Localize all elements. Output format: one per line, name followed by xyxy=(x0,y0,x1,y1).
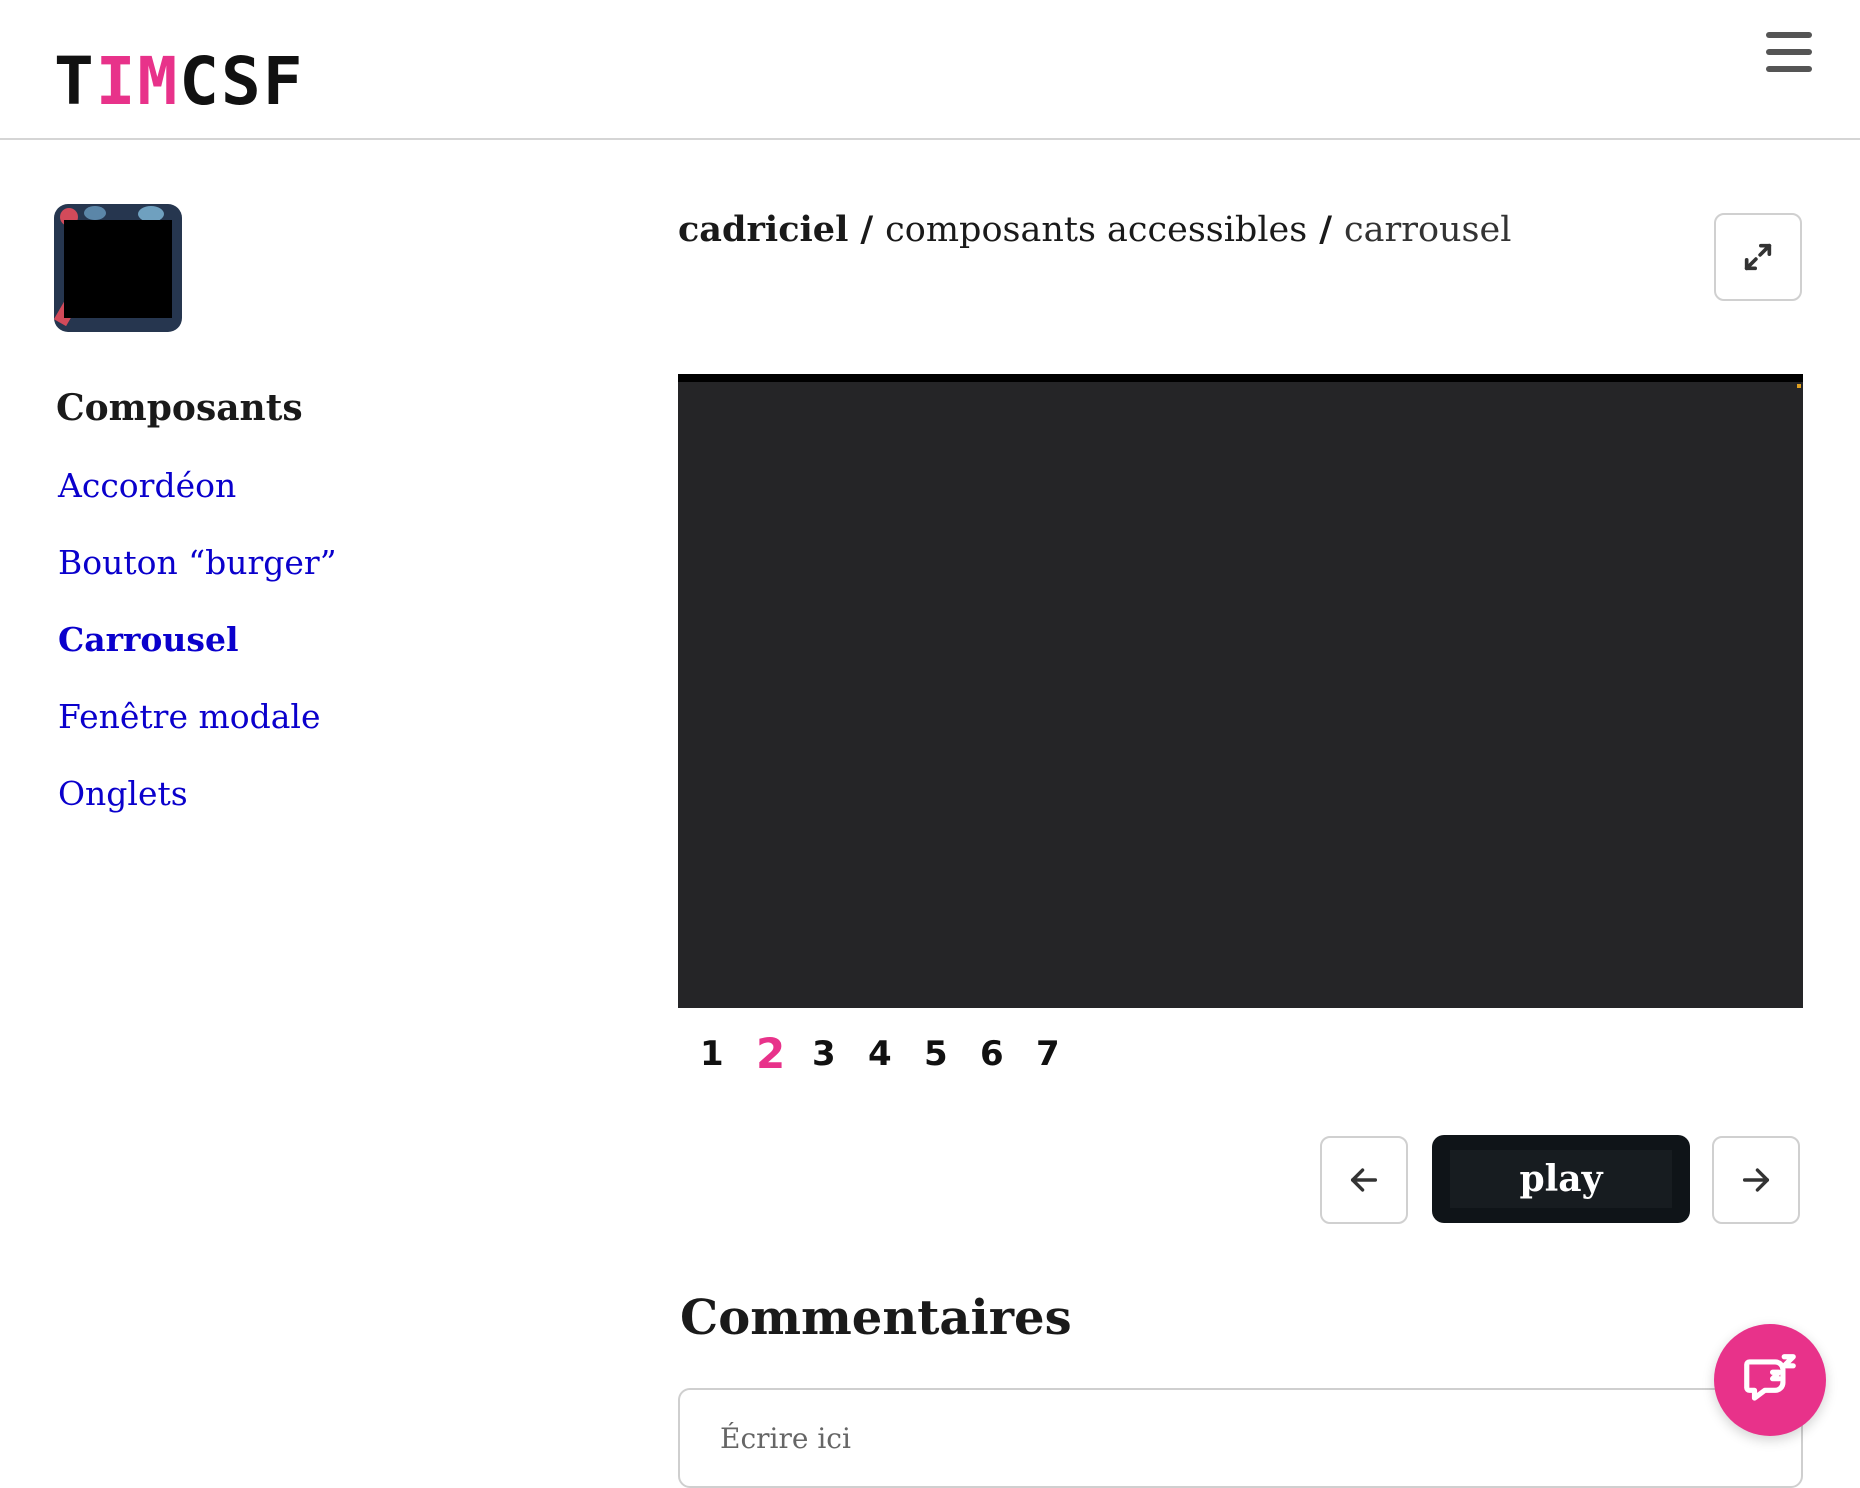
carousel-prev-button[interactable] xyxy=(1320,1136,1408,1224)
sidebar-item-bouton-burger: Bouton “burger” xyxy=(58,539,337,616)
carousel-page-4[interactable]: 4 xyxy=(868,1030,924,1078)
carousel-page-7[interactable]: 7 xyxy=(1036,1030,1092,1078)
carousel-page-2[interactable]: 2 xyxy=(756,1030,812,1078)
carousel-next-button[interactable] xyxy=(1712,1136,1800,1224)
breadcrumb-level2[interactable]: composants accessibles xyxy=(885,210,1307,250)
sidebar-item-accordeon: Accordéon xyxy=(58,462,337,539)
breadcrumb-current: carrousel xyxy=(1344,210,1512,250)
logo-prefix: T xyxy=(54,43,96,120)
carousel-pagination: 1 2 3 4 5 6 7 xyxy=(700,1030,1092,1078)
burger-menu-icon[interactable] xyxy=(1766,32,1812,72)
expand-icon xyxy=(1744,243,1772,271)
comment-input[interactable] xyxy=(678,1388,1803,1488)
carousel-play-button[interactable]: play xyxy=(1432,1135,1690,1223)
carousel-page-6[interactable]: 6 xyxy=(980,1030,1036,1078)
breadcrumb-level1[interactable]: cadriciel xyxy=(678,209,848,250)
comments-title: Commentaires xyxy=(680,1290,1072,1346)
carousel-indicator-dot xyxy=(1797,384,1801,388)
sidebar-link-carrousel[interactable]: Carrousel xyxy=(58,620,239,659)
avatar-redacted-area xyxy=(64,220,172,318)
logo-suffix: CSF xyxy=(179,43,305,120)
breadcrumb: cadriciel / composants accessibles / carrous… xyxy=(678,206,1511,254)
chat-button[interactable] xyxy=(1714,1324,1826,1436)
carousel-page-3[interactable]: 3 xyxy=(812,1030,868,1078)
carousel-page-1[interactable]: 1 xyxy=(700,1030,756,1078)
breadcrumb-separator: / xyxy=(1319,209,1333,250)
sidebar-nav: Accordéon Bouton “burger” Carrousel Fenê… xyxy=(58,462,337,847)
carousel-page-5[interactable]: 5 xyxy=(924,1030,980,1078)
site-logo[interactable]: TIMCSF xyxy=(54,46,304,118)
site-header: TIMCSF xyxy=(0,0,1860,140)
logo-accent: IM xyxy=(95,43,180,120)
chat-bubble-icon xyxy=(1744,1354,1796,1401)
burger-line xyxy=(1766,66,1812,72)
sidebar-item-carrousel: Carrousel xyxy=(58,616,337,693)
avatar-image xyxy=(54,204,182,332)
sidebar-item-fenetre-modale: Fenêtre modale xyxy=(58,693,337,770)
breadcrumb-separator: / xyxy=(860,209,874,250)
arrow-right-icon xyxy=(1742,1168,1770,1192)
burger-line xyxy=(1766,49,1812,55)
arrow-left-icon xyxy=(1350,1168,1378,1192)
play-label: play xyxy=(1450,1150,1672,1208)
carousel-viewport[interactable] xyxy=(678,374,1803,1008)
expand-button[interactable] xyxy=(1714,213,1802,301)
sidebar-link-bouton-burger[interactable]: Bouton “burger” xyxy=(58,543,337,582)
sidebar-title: Composants xyxy=(56,387,303,429)
sidebar-link-onglets[interactable]: Onglets xyxy=(58,774,188,813)
burger-line xyxy=(1766,32,1812,38)
sidebar-link-accordeon[interactable]: Accordéon xyxy=(58,466,236,505)
sidebar-link-fenetre-modale[interactable]: Fenêtre modale xyxy=(58,697,321,736)
sidebar-item-onglets: Onglets xyxy=(58,770,337,847)
avatar-decoration xyxy=(84,206,106,220)
